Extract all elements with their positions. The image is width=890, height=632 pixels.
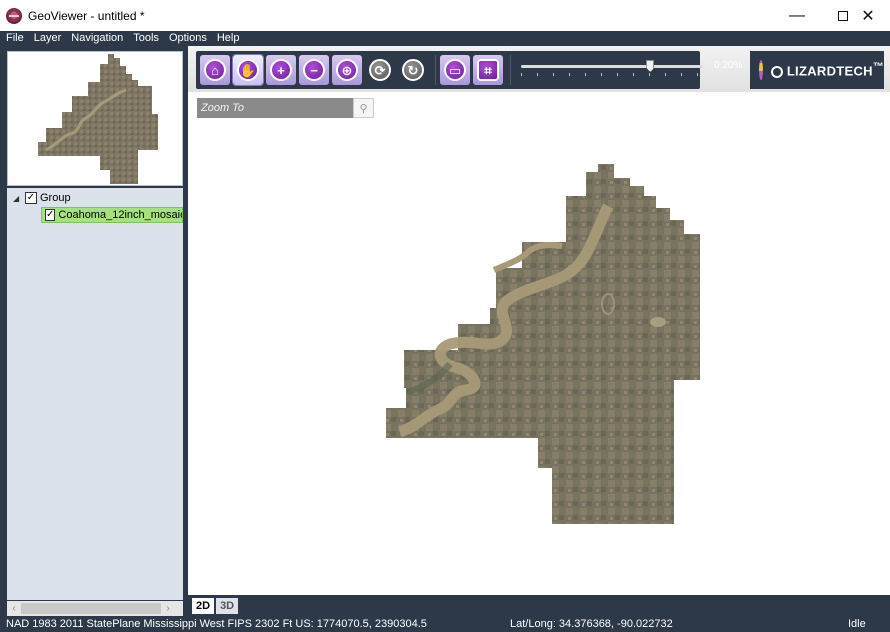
- toolbar-separator: [435, 55, 436, 85]
- app-icon: [6, 7, 22, 24]
- expand-arrow-icon[interactable]: ◢: [13, 194, 21, 203]
- menu-help[interactable]: Help: [217, 31, 240, 46]
- scroll-right-icon[interactable]: ›: [161, 601, 175, 616]
- close-button[interactable]: ✕: [846, 0, 890, 31]
- home-icon: ⌂: [204, 59, 226, 81]
- menu-options[interactable]: Options: [169, 31, 207, 46]
- zoom-out-button[interactable]: −: [299, 55, 329, 85]
- latlong-readout: Lat/Long: 34.376368, -90.022732: [510, 618, 673, 630]
- lizardtech-mark-icon: [770, 65, 783, 78]
- minimize-icon: —: [789, 6, 805, 24]
- measure-button[interactable]: ▭: [440, 55, 470, 85]
- logo-text: LIZARDTECH™: [770, 61, 884, 79]
- hand-icon: ✋: [237, 59, 259, 81]
- ruler-icon: ▭: [444, 59, 466, 81]
- group-label: Group: [40, 192, 71, 204]
- zoom-slider-thumb[interactable]: [646, 60, 655, 72]
- tab-3d[interactable]: 3D: [216, 597, 239, 614]
- map-imagery: [386, 164, 700, 524]
- layer-tree: ◢ ✓ Group ✓ Coahoma_12inch_mosaic_: [7, 188, 183, 600]
- toolbar: ⌂ ✋ + − ⊕ ⟳ ↻ ▭ ⌗ 0.20% LIZARDTECH™: [188, 46, 890, 92]
- status-bar: NAD 1983 2011 StatePlane Mississippi Wes…: [0, 616, 890, 632]
- target-icon: ⊕: [336, 59, 358, 81]
- projection-readout: NAD 1983 2011 StatePlane Mississippi Wes…: [6, 618, 427, 630]
- layer-checkbox[interactable]: ✓: [45, 209, 56, 221]
- overview-map[interactable]: [7, 51, 183, 186]
- zoom-percent-readout: 0.20%: [714, 60, 743, 71]
- title-bar: GeoViewer - untitled * — ✕: [0, 0, 890, 31]
- window-title: GeoViewer - untitled *: [28, 8, 145, 23]
- globe-icon: [759, 60, 763, 80]
- zoom-slider-ticks: [521, 73, 703, 76]
- zoom-extent-button[interactable]: ⊕: [332, 55, 362, 85]
- logo-label: LIZARDTECH: [786, 63, 873, 79]
- zoom-in-button[interactable]: +: [266, 55, 296, 85]
- menu-navigation[interactable]: Navigation: [71, 31, 123, 46]
- check-icon: ✓: [46, 209, 55, 220]
- search-button[interactable]: ⚲: [353, 98, 374, 118]
- trademark-symbol: ™: [872, 61, 884, 74]
- zoom-slider[interactable]: [521, 60, 703, 80]
- menu-tools[interactable]: Tools: [133, 31, 159, 46]
- close-icon: ✕: [861, 7, 875, 25]
- crop-button[interactable]: ⌗: [473, 55, 503, 85]
- check-icon: ✓: [26, 192, 36, 203]
- minimize-button[interactable]: —: [774, 0, 820, 31]
- pan-button[interactable]: ✋: [232, 54, 264, 86]
- zoom-to-box: ⚲: [197, 98, 374, 118]
- tree-row-group[interactable]: ◢ ✓ Group: [13, 190, 71, 206]
- scroll-thumb[interactable]: [21, 603, 161, 614]
- lizardtech-logo: LIZARDTECH™: [750, 51, 884, 89]
- search-icon: ⚲: [359, 102, 368, 115]
- menu-layer[interactable]: Layer: [34, 31, 62, 46]
- layer-tree-hscrollbar[interactable]: ‹ ›: [7, 601, 183, 616]
- minus-icon: −: [303, 59, 325, 81]
- plus-icon: +: [270, 59, 292, 81]
- scroll-left-icon[interactable]: ‹: [7, 601, 21, 616]
- home-button[interactable]: ⌂: [200, 55, 230, 85]
- zoom-to-input[interactable]: [197, 98, 353, 118]
- layer-label: Coahoma_12inch_mosaic_: [58, 209, 183, 221]
- crop-icon: ⌗: [477, 59, 499, 81]
- refresh-button[interactable]: ⟳: [365, 55, 395, 85]
- overview-imagery: [38, 54, 158, 184]
- tab-2d[interactable]: 2D: [192, 597, 215, 614]
- toolbar-separator: [510, 55, 511, 85]
- left-panel: ◢ ✓ Group ✓ Coahoma_12inch_mosaic_ ‹ ›: [0, 46, 188, 616]
- map-view[interactable]: ⌂ ✋ + − ⊕ ⟳ ↻ ▭ ⌗ 0.20% LIZARDTECH™ ⚲: [188, 46, 890, 595]
- status-state: Idle: [848, 618, 866, 630]
- zoom-slider-track[interactable]: [521, 65, 703, 68]
- view-tabs: 2D 3D: [188, 595, 890, 616]
- rotate-button[interactable]: ↻: [398, 55, 428, 85]
- rotate-icon: ↻: [402, 59, 424, 81]
- refresh-icon: ⟳: [369, 59, 391, 81]
- menu-file[interactable]: File: [6, 31, 24, 46]
- menu-bar: File Layer Navigation Tools Options Help: [0, 31, 890, 46]
- group-checkbox[interactable]: ✓: [25, 192, 37, 204]
- tree-row-layer[interactable]: ✓ Coahoma_12inch_mosaic_: [41, 207, 183, 223]
